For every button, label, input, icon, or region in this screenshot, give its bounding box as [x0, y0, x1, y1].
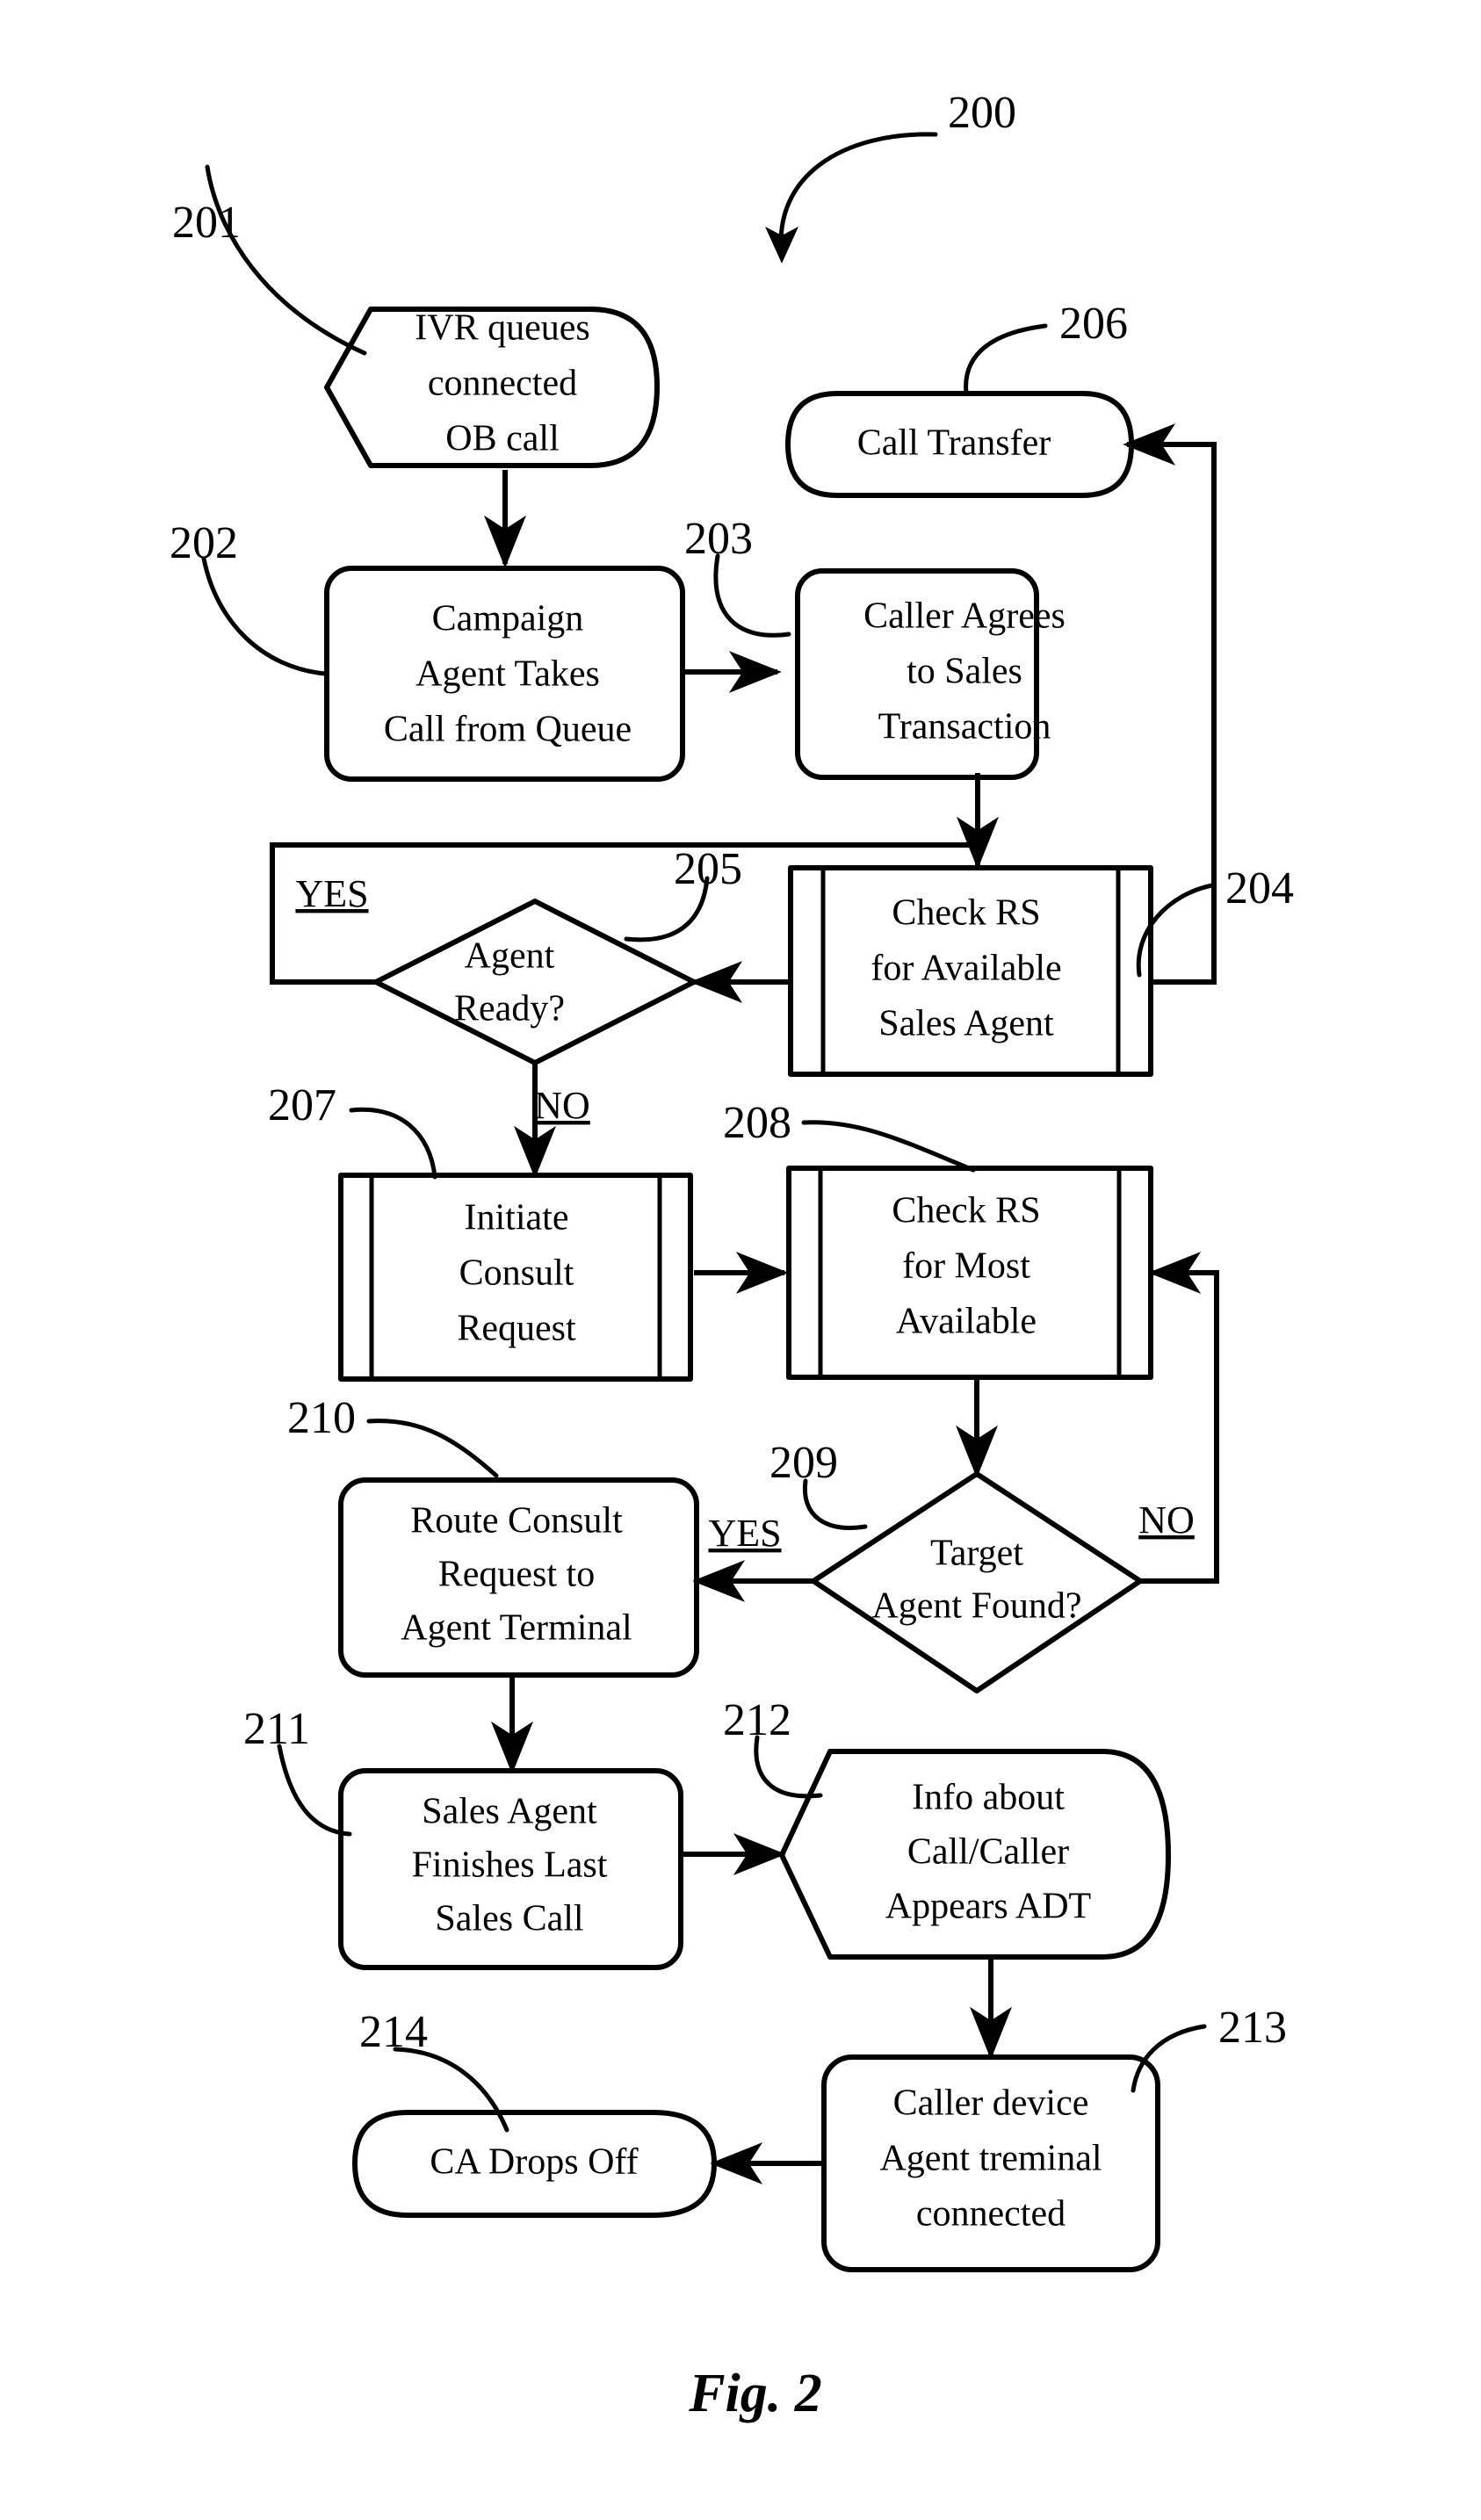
- ref-leader-214: [393, 2047, 509, 2133]
- node-212-line-3: Appears ADT: [885, 1887, 1091, 1927]
- node-208-line-3: Available: [896, 1302, 1037, 1342]
- node-202-line-2: Agent Takes: [415, 654, 600, 695]
- node-212-line-2: Call/Caller: [907, 1832, 1069, 1873]
- node-211-line-1: Sales Agent: [422, 1792, 597, 1832]
- branch-label-agent-ready-yes: YES: [295, 872, 368, 915]
- node-211-line-2: Finishes Last: [412, 1845, 608, 1886]
- node-211-line-3: Sales Call: [435, 1899, 583, 1939]
- node-207-line-1: Initiate: [465, 1198, 569, 1238]
- node-204-line-2: for Available: [871, 949, 1061, 989]
- node-204-line-3: Sales Agent: [878, 1004, 1054, 1044]
- branch-label-agent-ready-no: NO: [534, 1084, 590, 1127]
- node-203-line-1: Caller Agrees: [863, 596, 1066, 637]
- ref-leader-207: [349, 1107, 437, 1180]
- ref-num-214: 214: [359, 2007, 428, 2057]
- node-210-line-1: Route Consult: [410, 1501, 623, 1542]
- ref-num-205: 205: [674, 844, 742, 894]
- node-202-line-1: Campaign: [432, 599, 584, 639]
- figure-canvas: IVR queues connected OB call Call Transf…: [0, 0, 1481, 2520]
- node-202-line-3: Call from Queue: [384, 710, 632, 750]
- node-201-line-2: connected: [428, 364, 577, 404]
- node-203-line-3: Transaction: [878, 707, 1051, 747]
- node-207-line-3: Request: [457, 1309, 576, 1349]
- branch-label-target-found-yes: YES: [708, 1512, 781, 1555]
- ref-num-212: 212: [723, 1695, 791, 1745]
- node-213-line-1: Caller device: [893, 2083, 1089, 2124]
- node-201-line-3: OB call: [445, 419, 559, 459]
- ref-leader-209: [802, 1478, 868, 1530]
- ref-num-211: 211: [243, 1704, 310, 1754]
- ref-leader-201: [205, 164, 367, 356]
- node-205-line-1: Agent: [465, 936, 555, 977]
- node-204-line-1: Check RS: [892, 893, 1040, 934]
- node-201-line-1: IVR queues: [415, 308, 589, 349]
- node-203-line-2: to Sales: [907, 652, 1022, 692]
- ref-leader-202: [201, 556, 328, 676]
- flowchart-svg: IVR queues connected OB call Call Transf…: [170, 88, 1294, 2423]
- node-208-line-1: Check RS: [892, 1191, 1040, 1231]
- node-209-line-1: Target: [930, 1534, 1023, 1574]
- ref-num-210: 210: [287, 1393, 356, 1443]
- node-214-line-1: CA Drops Off: [430, 2142, 638, 2183]
- ref-num-202: 202: [170, 518, 238, 568]
- node-213-line-2: Agent treminal: [879, 2139, 1102, 2179]
- ref-num-200: 200: [948, 88, 1016, 138]
- figure-caption: Fig. 2: [688, 2364, 822, 2423]
- node-207-line-2: Consult: [459, 1253, 574, 1294]
- node-205-shape: [373, 899, 697, 1065]
- ref-leader-208: [801, 1120, 976, 1173]
- node-205-line-2: Ready?: [454, 989, 565, 1029]
- ref-leader-203: [713, 553, 791, 638]
- node-209-shape: [811, 1471, 1143, 1693]
- branch-label-target-found-no: NO: [1138, 1498, 1195, 1542]
- node-209-line-2: Agent Found?: [871, 1586, 1081, 1627]
- ref-num-201: 201: [172, 198, 241, 248]
- node-206-line-1: Call Transfer: [857, 423, 1051, 464]
- ref-num-208: 208: [723, 1098, 791, 1148]
- node-212-line-1: Info about: [912, 1778, 1065, 1818]
- node-210-line-3: Agent Terminal: [401, 1608, 632, 1649]
- node-210-line-2: Request to: [438, 1555, 595, 1595]
- ref-num-206: 206: [1059, 299, 1128, 349]
- ref-num-213: 213: [1218, 2003, 1287, 2053]
- ref-leader-200: [778, 132, 938, 257]
- node-213-line-3: connected: [916, 2194, 1066, 2235]
- node-208-line-2: for Most: [902, 1246, 1030, 1287]
- ref-leader-206: [964, 323, 1048, 396]
- ref-leader-210: [366, 1419, 499, 1478]
- ref-num-204: 204: [1225, 863, 1294, 913]
- ref-num-207: 207: [268, 1080, 336, 1130]
- ref-num-203: 203: [684, 514, 753, 564]
- ref-num-209: 209: [769, 1438, 838, 1488]
